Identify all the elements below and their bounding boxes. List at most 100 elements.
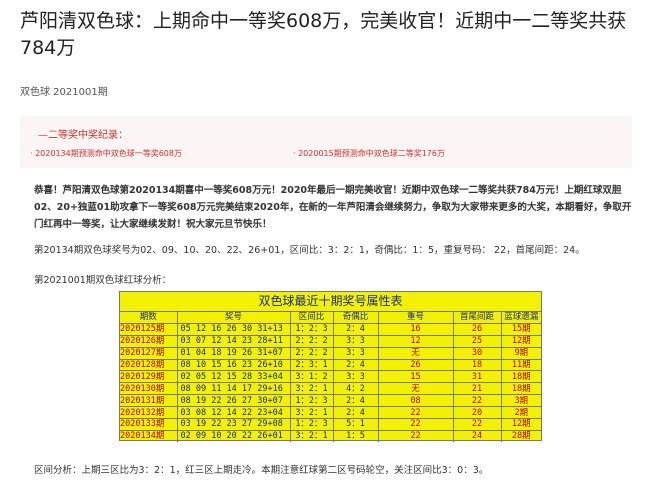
zone-ratio-cell: 3：2：1 [289,429,334,442]
odd-even-cell: 2：4 [332,322,379,336]
blue-miss-cell: 3期 [500,394,541,408]
repeat-cell: 26 [377,358,454,372]
repeat-cell: 无 [377,382,454,396]
blue-miss-cell: 18期 [500,382,541,396]
repeat-cell: 16 [377,322,454,336]
odd-even-cell: 4：2 [332,382,379,396]
span-cell: 22 [452,394,502,408]
period-cell: 2020126期 [120,334,178,348]
period-cell: 2020132期 [120,406,178,420]
period-cell: 2020128期 [120,358,178,372]
congrats-paragraph: 恭喜！芦阳清双色球第2020134期喜中一等奖608万元！2020年最后一期完美… [34,185,632,230]
repeat-cell: 08 [377,394,454,408]
zone-ratio-cell: 3：2：1 [289,382,334,396]
blue-miss-cell: 18期 [500,370,541,384]
period-cell: 2020130期 [120,382,178,396]
repeat-cell: 22 [377,406,454,420]
numbers-cell: 03 19 22 23 27 29+08 [176,418,291,431]
analysis-heading: 第2021001期双色球红球分析： [34,275,172,286]
repeat-cell: 22 [377,418,454,431]
span-cell: 31 [452,370,502,384]
zone-ratio-cell: 2：2：2 [289,346,334,360]
odd-even-cell: 1：5 [332,429,379,442]
zone-ratio-cell: 2：3：1 [289,358,334,372]
period-cell: 2020134期 [120,429,178,442]
blue-miss-cell: 11期 [500,358,541,372]
table-header-row: 期数 奖号 区间比 奇偶比 重号 首尾间距 蓝球遗漏 [120,312,541,324]
zone-ratio-cell: 3：1：2 [289,370,334,384]
period-cell: 2020129期 [120,370,178,384]
zone-ratio-cell: 2：2：2 [289,334,334,348]
winning-record-item[interactable]: · 2020015期预测命中双色球二等奖176万 [293,148,445,159]
header-repeat: 重号 [377,312,454,324]
header-period: 期数 [120,312,178,324]
blue-miss-cell: 12期 [500,334,541,348]
draw-attribute-table: 双色球最近十期奖号属性表 期数 奖号 区间比 奇偶比 重号 首尾间距 蓝球遗漏 … [119,291,542,442]
span-cell: 22 [452,418,502,431]
zone-ratio-cell: 1：2：3 [289,418,334,431]
blue-miss-cell: 9期 [500,346,541,360]
table-title: 双色球最近十期奖号属性表 [120,292,541,312]
odd-even-cell: 2：4 [332,358,379,372]
table-row: 2020129期 02 05 12 15 28 33+04 3：1：2 3：3 15 31… [120,370,541,384]
header-zone-ratio: 区间比 [289,312,334,324]
zone-ratio-cell: 1：2：3 [289,322,334,336]
previous-draw-paragraph: 第20134期双色球奖号为02、09、10、20、22、26+01，区间比：3：… [34,245,585,256]
repeat-cell: 22 [377,429,454,442]
blue-miss-cell: 2期 [500,406,541,420]
numbers-cell: 02 09 10 20 22 26+01 [176,429,291,442]
odd-even-cell: 3：3 [332,346,379,360]
numbers-cell: 05 12 16 26 30 31+13 [176,322,291,336]
zone-ratio-cell: 3：2：1 [289,406,334,420]
table-row: 2020132期 03 08 12 14 22 23+04 3：2：1 2：4 22 20… [120,406,541,420]
table-row: 2020127期 01 04 18 19 26 31+07 2：2：2 3：3 无 30 9… [120,346,541,360]
span-cell: 30 [452,346,502,360]
article-subtitle: 双色球 2021001期 [20,87,108,98]
zone-ratio-cell: 1：2：3 [289,394,334,408]
article-title: 芦阳清双色球：上期命中一等奖608万，完美收官！近期中一二等奖共获784万 [20,10,627,59]
numbers-cell: 08 19 22 26 27 30+07 [176,394,291,408]
numbers-cell: 01 04 18 19 26 31+07 [176,346,291,360]
span-cell: 25 [452,334,502,348]
winning-record-title: —二等奖中奖纪录： [38,130,128,141]
period-cell: 2020127期 [120,346,178,360]
odd-even-cell: 3：3 [332,370,379,384]
period-cell: 2020131期 [120,394,178,408]
numbers-cell: 08 10 15 16 23 26+10 [176,358,291,372]
span-cell: 21 [452,382,502,396]
numbers-cell: 02 05 12 15 28 33+04 [176,370,291,384]
header-blue-miss: 蓝球遗漏 [500,312,541,324]
odd-even-cell: 2：4 [332,406,379,420]
table-row: 2020128期 08 10 15 16 23 26+10 2：3：1 2：4 26 18… [120,358,541,372]
repeat-cell: 12 [377,334,454,348]
repeat-cell: 无 [377,346,454,360]
period-cell: 2020125期 [120,322,178,336]
odd-even-cell: 2：4 [332,394,379,408]
period-cell: 2020133期 [120,418,178,431]
winning-record-item[interactable]: · 2020134期预测命中双色球一等奖608万 [30,148,182,159]
odd-even-cell: 5：1 [332,418,379,431]
numbers-cell: 03 08 12 14 22 23+04 [176,406,291,420]
odd-even-cell: 3：3 [332,334,379,348]
zone-analysis-paragraph: 区间分析：上期三区比为3：2：1，红三区上期走冷。本期注意红球第二区号码轮空，关… [34,465,489,476]
table-row: 2020133期 03 19 22 23 27 29+08 1：2：3 5：1 22 22… [120,418,541,431]
numbers-cell: 08 09 11 14 17 29+16 [176,382,291,396]
blue-miss-cell: 15期 [500,322,541,336]
span-cell: 26 [452,322,502,336]
header-odd-even: 奇偶比 [332,312,379,324]
span-cell: 18 [452,358,502,372]
header-numbers: 奖号 [176,312,291,324]
span-cell: 20 [452,406,502,420]
table-row: 2020126期 03 07 12 14 23 28+11 2：2：2 3：3 12 25… [120,334,541,348]
header-span: 首尾间距 [452,312,502,324]
table-row: 2020130期 08 09 11 14 17 29+16 3：2：1 4：2 无 21 1… [120,382,541,396]
table-row: 2020125期 05 12 16 26 30 31+13 1：2：3 2：4 16 26… [120,322,541,336]
table-row: 2020134期 02 09 10 20 22 26+01 3：2：1 1：5 22 24… [120,429,541,442]
blue-miss-cell: 12期 [500,418,541,431]
repeat-cell: 15 [377,370,454,384]
span-cell: 24 [452,429,502,442]
blue-miss-cell: 28期 [500,429,541,442]
table-row: 2020131期 08 19 22 26 27 30+07 1：2：3 2：4 08 22… [120,394,541,408]
winning-record-box: —二等奖中奖纪录： · 2020134期预测命中双色球一等奖608万 · 202… [20,116,632,168]
numbers-cell: 03 07 12 14 23 28+11 [176,334,291,348]
